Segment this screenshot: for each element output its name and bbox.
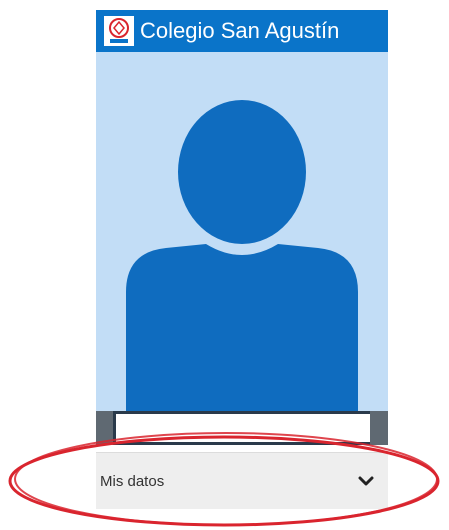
mis-datos-label: Mis datos — [100, 472, 165, 490]
photo-footer-left-bar — [96, 411, 113, 445]
page: Colegio San Agustín Mis datos — [0, 0, 449, 530]
school-crest-icon — [104, 16, 134, 46]
photo-footer — [96, 411, 388, 445]
photo-footer-right-bar — [370, 411, 388, 445]
profile-card: Colegio San Agustín Mis datos — [86, 0, 388, 509]
profile-photo — [96, 52, 388, 411]
title-bar[interactable]: Colegio San Agustín — [96, 10, 388, 52]
photo-footer-frame — [113, 411, 375, 445]
school-name: Colegio San Agustín — [140, 18, 340, 43]
user-silhouette-icon — [126, 100, 358, 411]
chevron-down-icon[interactable] — [358, 475, 374, 487]
mis-datos-menu-item[interactable]: Mis datos — [96, 452, 388, 509]
